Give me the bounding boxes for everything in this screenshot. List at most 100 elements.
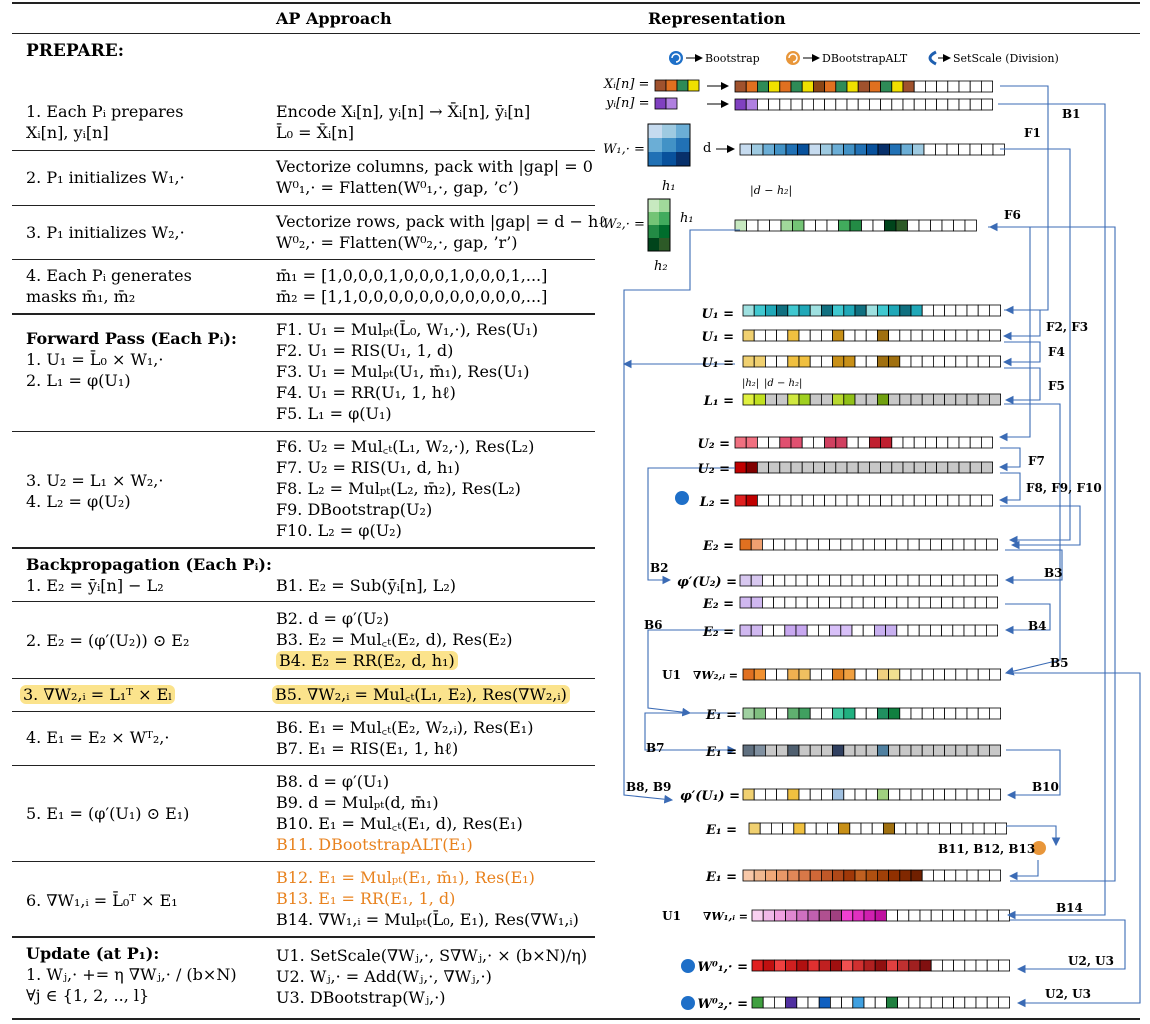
step-label: B3 bbox=[1044, 566, 1063, 580]
u1-vector-2 bbox=[742, 329, 1002, 342]
u1-label-2: U₁ = bbox=[702, 330, 734, 345]
f4-connector bbox=[1002, 341, 1041, 367]
w1-packed-vector bbox=[739, 143, 1005, 156]
e1-vector-3 bbox=[748, 822, 1008, 835]
label-d: d bbox=[703, 141, 711, 156]
e1-label-4: E₁ = bbox=[705, 870, 737, 885]
xi-small-vector bbox=[654, 79, 700, 92]
u2-vector-1 bbox=[734, 436, 994, 449]
step-label: F7 bbox=[1028, 454, 1045, 468]
u2-vector-2 bbox=[734, 461, 994, 474]
b1c-connector bbox=[1000, 505, 1081, 550]
phi-u1-vector bbox=[742, 788, 1002, 801]
step-label: F6 bbox=[1004, 208, 1021, 222]
w1-0-bootstrap-icon bbox=[681, 959, 695, 973]
label-h1: h₁ bbox=[662, 179, 676, 194]
l1-vector bbox=[742, 393, 1002, 406]
u1-vector-1 bbox=[742, 304, 1002, 317]
b12-connector bbox=[1008, 860, 1039, 881]
w1-0-vector bbox=[751, 959, 1011, 972]
step-label: U2, U3 bbox=[1045, 987, 1091, 1001]
dbootstrap-alt-icon bbox=[786, 51, 800, 65]
legend-bootstrap: Bootstrap bbox=[705, 52, 760, 65]
l2-bootstrap-icon bbox=[675, 491, 689, 505]
phi-u2-vector bbox=[739, 574, 999, 587]
w1-0-label: W⁰₁,· = bbox=[698, 960, 748, 975]
step-label: F5 bbox=[1048, 379, 1065, 393]
f7-connector bbox=[998, 447, 1021, 472]
step-label: B6 bbox=[644, 618, 663, 632]
u2-label-2: U₂ = bbox=[698, 462, 730, 477]
u1-label-1: U₁ = bbox=[702, 307, 734, 322]
legend: Bootstrap DBootstrapALT SetScale (Divisi… bbox=[669, 50, 1059, 66]
e2-vector-3 bbox=[739, 624, 999, 637]
f5-connector bbox=[1004, 367, 1041, 405]
step-label: B2 bbox=[650, 561, 669, 575]
label-h1b: h₁ bbox=[680, 211, 694, 226]
label-h2: h₂ bbox=[654, 259, 668, 274]
xi-packed-vector bbox=[734, 80, 994, 93]
f2-connector bbox=[1002, 309, 1041, 341]
bootstrap-icon bbox=[669, 51, 683, 65]
e1-label-3: E₁ = bbox=[705, 823, 737, 838]
w2-0-bootstrap-icon bbox=[681, 996, 695, 1010]
yi-small-vector bbox=[654, 97, 678, 110]
label-xi: Xᵢ[n] = bbox=[603, 77, 649, 92]
step-label: F2, F3 bbox=[1046, 320, 1088, 334]
e2-label-1: E₂ = bbox=[702, 539, 734, 554]
step-label: B4 bbox=[1028, 619, 1047, 633]
w2-0-vector bbox=[751, 996, 1011, 1009]
step-label: B1 bbox=[1062, 107, 1081, 121]
grad-w2-vector bbox=[742, 668, 1002, 681]
u1-vector-3 bbox=[742, 355, 1002, 368]
w2-0-label: W⁰₂,· = bbox=[698, 997, 748, 1012]
grad-w1-vector bbox=[751, 909, 1011, 922]
step-label: F1 bbox=[1024, 126, 1041, 140]
e2-label-3: E₂ = bbox=[702, 625, 734, 640]
step-label: U2, U3 bbox=[1068, 954, 1114, 968]
step-label: B5 bbox=[1050, 656, 1069, 670]
b1-connector bbox=[1000, 85, 1049, 315]
label-yi: yᵢ[n] = bbox=[605, 96, 650, 111]
u2-label-1: U₂ = bbox=[698, 437, 730, 452]
e2-label-2: E₂ = bbox=[702, 597, 734, 612]
grad-w2-label: ∇W₂,ᵢ = bbox=[693, 669, 738, 682]
grad-w1-label: ∇W₁,ᵢ = bbox=[703, 910, 748, 923]
legend-dbootstrap-alt: DBootstrapALT bbox=[822, 52, 908, 65]
step-label: F8, F9, F10 bbox=[1026, 481, 1102, 495]
u1-prefix-label-1: U1 bbox=[662, 668, 681, 682]
w2-matrix bbox=[647, 198, 671, 252]
step-label: B10 bbox=[1032, 780, 1059, 794]
phi-u1-label: φ′(U₁) = bbox=[680, 789, 740, 804]
u1-label-3: U₁ = bbox=[702, 356, 734, 371]
setscale-icon bbox=[928, 50, 937, 66]
e1-vector-1 bbox=[742, 707, 1002, 720]
step-label: B7 bbox=[646, 741, 665, 755]
yi-packed-vector bbox=[734, 98, 994, 111]
l1-label: L₁ = bbox=[703, 394, 734, 409]
step-label: B8, B9 bbox=[626, 780, 671, 794]
phi-u2-label: φ′(U₂) = bbox=[677, 575, 737, 590]
e1-label-1: E₁ = bbox=[705, 708, 737, 723]
e1-vector-4 bbox=[742, 869, 1002, 882]
step-label: B11, B12, B13 bbox=[938, 842, 1035, 856]
w1-matrix bbox=[647, 123, 691, 167]
label-dh2: |d − h₂| bbox=[750, 184, 792, 198]
f8-connector bbox=[998, 472, 1021, 505]
e2-vector-2 bbox=[739, 596, 999, 609]
label-w1: W₁,· = bbox=[603, 142, 645, 157]
e1-label-2: E₁ = bbox=[705, 745, 737, 760]
u1-prefix-label-2: U1 bbox=[662, 909, 681, 923]
label-w2: W₂,· = bbox=[603, 217, 645, 232]
step-label: F4 bbox=[1048, 345, 1065, 359]
step-label: B14 bbox=[1056, 901, 1083, 915]
l2-label: L₂ = bbox=[699, 495, 730, 510]
w2-packed-vector bbox=[734, 219, 977, 232]
representation-diagram: Bootstrap DBootstrapALT SetScale (Divisi… bbox=[603, 50, 1141, 1012]
e2-vector-1 bbox=[739, 538, 999, 551]
label-dh2-small: |d − h₂| bbox=[764, 378, 802, 389]
legend-setscale: SetScale (Division) bbox=[953, 52, 1059, 65]
label-h2-small: |h₂| bbox=[742, 378, 759, 389]
l2-vector bbox=[734, 494, 994, 507]
e1-vector-2 bbox=[742, 744, 1002, 757]
